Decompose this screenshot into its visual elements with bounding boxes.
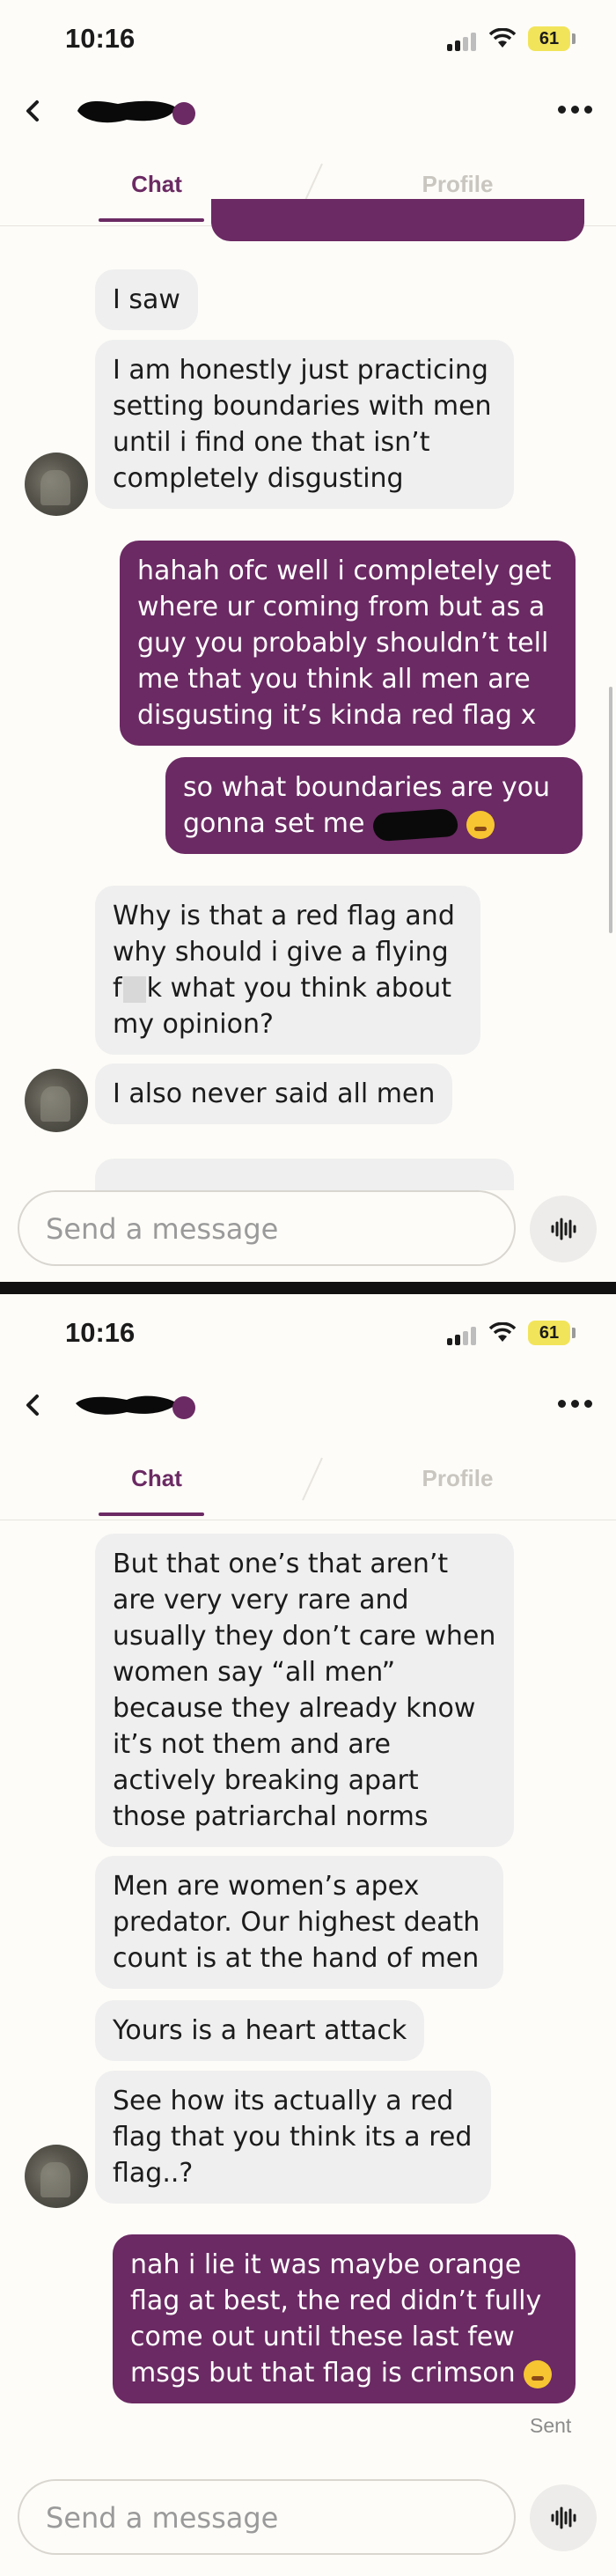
status-bar: 10:16 61 bbox=[0, 1314, 616, 1352]
voice-message-button[interactable] bbox=[530, 1196, 597, 1262]
tab-profile[interactable]: Profile bbox=[387, 171, 528, 198]
tab-profile[interactable]: Profile bbox=[387, 1465, 528, 1492]
battery-icon: 61 bbox=[528, 26, 570, 51]
message-bubble: Men are women’s apex predator. Our highe… bbox=[95, 1856, 503, 1989]
voice-message-button[interactable] bbox=[530, 2484, 597, 2551]
status-time: 10:16 bbox=[65, 23, 136, 54]
signal-icon bbox=[447, 1326, 479, 1345]
message-bubble: I also never said all men bbox=[95, 1064, 453, 1124]
message-bubble: so what boundaries are you gonna set me bbox=[165, 757, 583, 854]
verified-badge-icon bbox=[172, 102, 195, 125]
avatar[interactable] bbox=[25, 2145, 88, 2208]
status-time: 10:16 bbox=[65, 1317, 136, 1348]
signal-icon bbox=[447, 32, 479, 51]
message-composer bbox=[18, 1190, 516, 1266]
redacted-text bbox=[371, 807, 458, 842]
status-bar: 10:16 61 bbox=[0, 19, 616, 58]
tab-active-indicator bbox=[99, 1512, 204, 1516]
battery-icon: 61 bbox=[528, 1321, 570, 1345]
message-bubble: See how its actually a red flag that you… bbox=[95, 2071, 491, 2204]
waveform-icon bbox=[551, 1218, 576, 1240]
verified-badge-icon bbox=[172, 1396, 195, 1419]
chat-header bbox=[0, 1380, 616, 1432]
screenshot-divider bbox=[0, 1282, 616, 1294]
message-bubble: But that one’s that aren’t are very very… bbox=[95, 1534, 514, 1847]
battery-tip bbox=[572, 1328, 576, 1338]
kissing-emoji-icon bbox=[466, 810, 495, 839]
wifi-icon bbox=[489, 1322, 516, 1342]
message-input[interactable] bbox=[44, 2497, 488, 2539]
message-text: k what you think about my opinion? bbox=[113, 973, 451, 1040]
chevron-left-icon[interactable] bbox=[19, 1387, 46, 1423]
tab-divider bbox=[302, 1457, 323, 1501]
message-bubble-partial bbox=[211, 199, 584, 241]
tab-chat[interactable]: Chat bbox=[86, 1465, 227, 1492]
battery-tip bbox=[572, 33, 576, 44]
ellipsis-icon[interactable] bbox=[558, 104, 593, 116]
message-bubble-partial bbox=[95, 1159, 514, 1190]
message-bubble: hahah ofc well i completely get where ur… bbox=[120, 541, 576, 746]
message-input[interactable] bbox=[44, 1208, 488, 1250]
tab-active-indicator bbox=[99, 218, 204, 222]
ellipsis-icon[interactable] bbox=[558, 1398, 593, 1410]
scrollbar[interactable] bbox=[609, 687, 612, 933]
chat-header bbox=[0, 86, 616, 137]
censored-text bbox=[122, 975, 146, 1003]
message-bubble: Why is that a red flag and why should i … bbox=[95, 886, 480, 1055]
message-bubble: Yours is a heart attack bbox=[95, 2000, 425, 2061]
message-bubble: I saw bbox=[95, 269, 198, 330]
screenshot-top: 10:16 61 Chat Profile I saw I am honestl… bbox=[0, 0, 616, 1282]
tab-chat[interactable]: Chat bbox=[86, 171, 227, 198]
wifi-icon bbox=[489, 28, 516, 48]
avatar[interactable] bbox=[25, 1069, 88, 1132]
message-composer bbox=[18, 2479, 516, 2555]
sent-status: Sent bbox=[530, 2414, 572, 2437]
waveform-icon bbox=[551, 2506, 576, 2529]
message-text: so what boundaries are you gonna set me bbox=[183, 772, 551, 839]
redacted-name bbox=[77, 100, 176, 123]
message-bubble: nah i lie it was maybe orange flag at be… bbox=[113, 2234, 576, 2403]
sweat-smile-emoji-icon bbox=[524, 2359, 553, 2388]
avatar[interactable] bbox=[25, 453, 88, 516]
redacted-name bbox=[76, 1395, 178, 1415]
message-text: nah i lie it was maybe orange flag at be… bbox=[130, 2249, 542, 2388]
tab-bar: Chat Profile bbox=[0, 1446, 616, 1520]
screenshot-bottom: 10:16 61 Chat Profile But that one’s tha… bbox=[0, 1294, 616, 2576]
message-bubble: I am honestly just practicing setting bo… bbox=[95, 340, 514, 509]
chevron-left-icon[interactable] bbox=[19, 93, 46, 129]
